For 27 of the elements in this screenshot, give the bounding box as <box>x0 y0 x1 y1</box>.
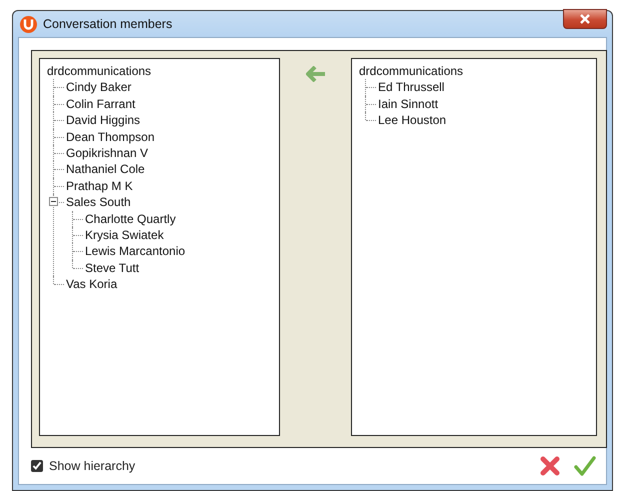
tree-item[interactable]: Nathaniel Cole <box>66 162 145 176</box>
tree-item[interactable]: Lewis Marcantonio <box>85 244 186 258</box>
tree-item[interactable]: Cindy Baker <box>66 80 132 94</box>
tree-item[interactable]: Charlotte Quartly <box>85 212 176 226</box>
checkbox-label: Show hierarchy <box>49 458 136 475</box>
tree-item[interactable]: Lee Houston <box>378 113 446 128</box>
confirm-icon[interactable] <box>574 454 596 478</box>
cancel-icon[interactable] <box>540 454 560 478</box>
window-title: Conversation members <box>43 16 172 33</box>
tree-item[interactable]: Gopikrishnan V <box>66 146 148 160</box>
tree-item[interactable]: Prathap M K <box>66 178 133 193</box>
tree-item[interactable]: Dean Thompson <box>66 130 154 144</box>
tree-item[interactable]: Ed Thrussell <box>378 80 444 94</box>
tree-item[interactable]: Steve Tutt <box>85 260 140 275</box>
close-icon <box>579 14 591 24</box>
collapse-icon[interactable] <box>49 197 58 206</box>
tree-item[interactable]: drdcommunications <box>47 64 152 78</box>
tree-item[interactable]: Sales South <box>66 195 131 210</box>
tree-item[interactable]: Iain Sinnott <box>378 96 438 111</box>
tree-item[interactable]: Krysia Swiatek <box>85 228 164 242</box>
app-logo-icon <box>20 16 37 32</box>
show-hierarchy-checkbox[interactable] <box>31 460 43 472</box>
tree-item[interactable]: David Higgins <box>66 113 140 128</box>
tree-item[interactable]: drdcommunications <box>359 64 464 78</box>
tree-item[interactable]: Colin Farrant <box>66 96 136 111</box>
tree-item[interactable]: Vas Koria <box>66 277 118 292</box>
close-button[interactable] <box>563 9 607 29</box>
